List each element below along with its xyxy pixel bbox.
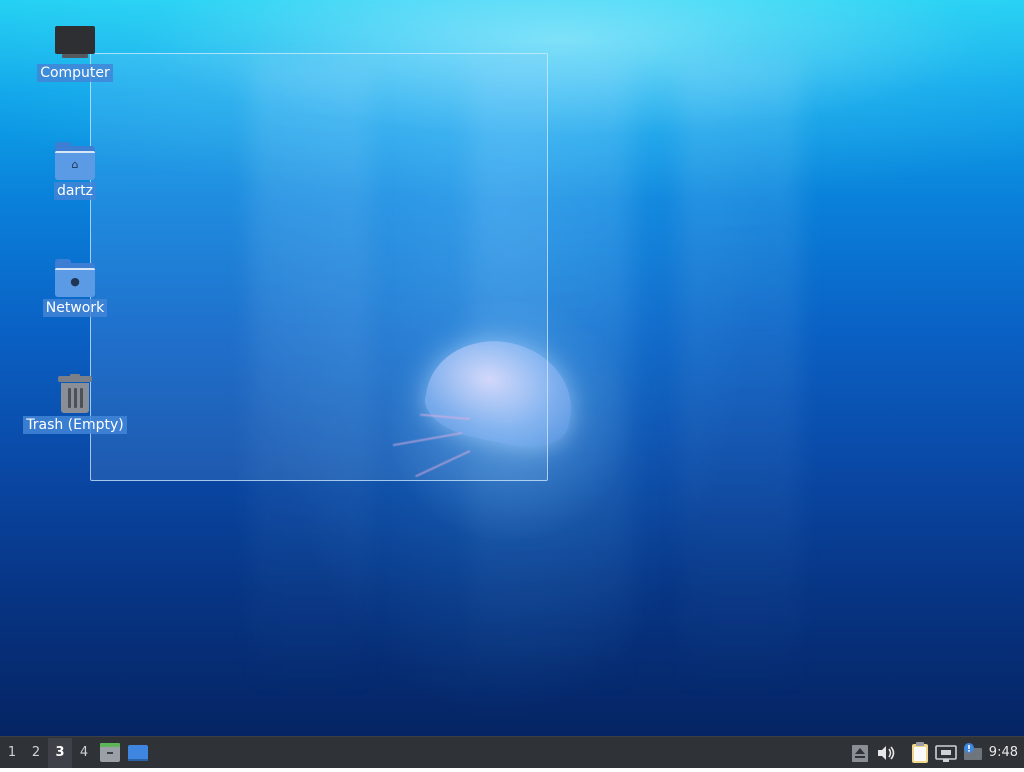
- network-wired-icon: [934, 744, 957, 762]
- workspace-3-button[interactable]: 3: [48, 737, 72, 768]
- network-button[interactable]: [933, 738, 959, 768]
- desktop-icon-network[interactable]: ● Network: [20, 257, 130, 317]
- show-desktop-launcher[interactable]: [124, 738, 152, 768]
- workspace-4-button[interactable]: 4: [72, 738, 96, 768]
- rubber-band-selection: [90, 53, 548, 481]
- desktop-icon-trash[interactable]: Trash (Empty): [20, 374, 130, 434]
- eject-button[interactable]: [847, 738, 873, 768]
- tray-spacer: [899, 738, 907, 768]
- eject-icon: [851, 744, 868, 762]
- desktop-icon-label: Computer: [37, 64, 113, 82]
- workspace-2-button[interactable]: 2: [24, 738, 48, 768]
- desktop-icon-label: dartz: [53, 182, 97, 200]
- desktop-background[interactable]: Computer ⌂ dartz ● Network Trash (Empty): [0, 0, 1024, 736]
- desktop-icon-label: Network: [42, 299, 108, 317]
- computer-icon: [54, 22, 96, 62]
- home-folder-icon: ⌂: [54, 140, 96, 180]
- desktop-icon-computer[interactable]: Computer: [20, 22, 130, 82]
- notification-button[interactable]: [959, 738, 985, 768]
- volume-button[interactable]: [873, 738, 899, 768]
- workspace-1-button[interactable]: 1: [0, 738, 24, 768]
- system-tray: 9:48: [847, 738, 1024, 768]
- bottom-panel: 1 2 3 4 9:48: [0, 736, 1024, 768]
- clock[interactable]: 9:48: [985, 745, 1024, 760]
- desktop-icon-label: Trash (Empty): [23, 416, 127, 434]
- file-manager-launcher[interactable]: [96, 738, 124, 768]
- file-manager-icon: [100, 742, 120, 762]
- desktop-icon-home[interactable]: ⌂ dartz: [20, 140, 130, 200]
- light-ray: [680, 60, 800, 700]
- trash-icon: [54, 374, 96, 414]
- network-folder-icon: ●: [54, 257, 96, 297]
- volume-icon: [877, 745, 895, 760]
- show-desktop-icon: [128, 744, 148, 761]
- clipboard-button[interactable]: [907, 738, 933, 768]
- notification-icon: [963, 742, 982, 760]
- clipboard-icon: [911, 741, 928, 763]
